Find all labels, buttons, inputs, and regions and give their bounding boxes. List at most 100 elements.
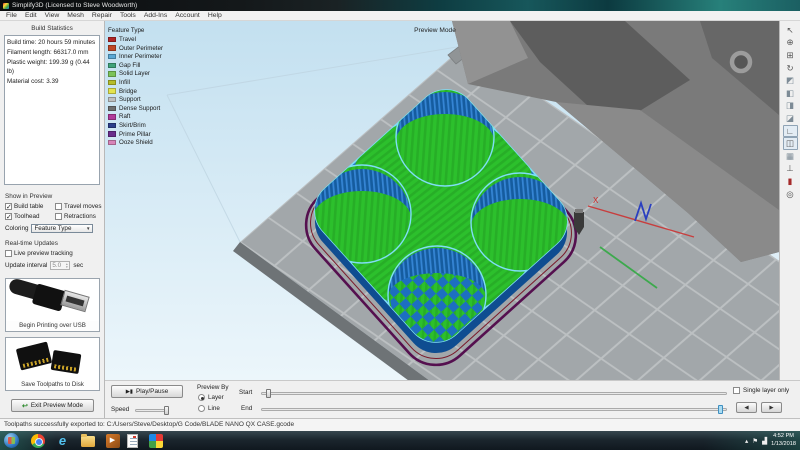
realtime-updates-title: Real-time Updates bbox=[5, 240, 58, 247]
tray-clock[interactable]: 4:52 PM 1/13/2018 bbox=[771, 433, 796, 448]
menu-item[interactable]: Tools bbox=[116, 11, 140, 20]
begin-printing-usb-button[interactable]: Begin Printing over USB bbox=[5, 278, 100, 332]
preview-by-radio-item[interactable]: Layer bbox=[198, 394, 224, 401]
end-slider[interactable] bbox=[261, 405, 727, 414]
start-slider-thumb[interactable] bbox=[266, 389, 271, 398]
notepad-icon[interactable] bbox=[126, 433, 138, 448]
radio-icon[interactable] bbox=[198, 394, 205, 401]
clock-time: 4:52 PM bbox=[773, 432, 794, 439]
toolhead-marker-top bbox=[575, 209, 583, 213]
checkbox-icon[interactable] bbox=[55, 213, 62, 220]
toolbar-icon: ◎ bbox=[786, 188, 794, 199]
toolbar-button[interactable]: ▮ bbox=[783, 175, 798, 188]
checkbox-icon[interactable] bbox=[5, 203, 12, 211]
legend-item: Support bbox=[108, 96, 198, 103]
toolbar-button[interactable]: ⊞ bbox=[783, 49, 798, 62]
legend-swatch bbox=[108, 62, 116, 69]
speed-label: Speed bbox=[111, 406, 130, 413]
chevron-down-icon: ▼ bbox=[85, 226, 91, 231]
app-icon bbox=[3, 2, 9, 9]
preview-by-radios: Layer Line bbox=[198, 394, 224, 412]
legend-item: Travel bbox=[108, 36, 198, 43]
checkbox-icon[interactable] bbox=[5, 250, 12, 257]
menu-item[interactable]: View bbox=[41, 11, 64, 20]
legend-swatch bbox=[108, 122, 116, 129]
toolbar-button[interactable]: ◎ bbox=[783, 188, 798, 201]
file-explorer-icon[interactable] bbox=[80, 434, 95, 447]
internet-explorer-icon[interactable]: e bbox=[56, 433, 70, 448]
toolbar-icon: ◫ bbox=[785, 138, 795, 149]
build-statistic-line: Build time: 20 hours 59 minutes bbox=[7, 39, 96, 46]
toolbar-button[interactable]: ◩ bbox=[783, 74, 798, 87]
legend-swatch bbox=[108, 36, 116, 43]
toolbar-button[interactable]: ↖ bbox=[783, 24, 798, 37]
preview-checkbox-item[interactable]: Toolhead bbox=[5, 213, 55, 221]
toolbar-icon: ∟ bbox=[785, 126, 795, 137]
end-slider-thumb[interactable] bbox=[718, 405, 723, 414]
tray-expand-icon[interactable]: ▴ bbox=[745, 437, 748, 445]
toolbar-icon: ↖ bbox=[786, 24, 794, 35]
previous-layer-button[interactable]: ◀ bbox=[736, 402, 757, 413]
checkbox-label: Build table bbox=[14, 203, 44, 210]
save-toolpaths-button[interactable]: Save Toolpaths to Disk bbox=[5, 337, 100, 391]
checkbox-icon[interactable] bbox=[733, 387, 740, 394]
simplify3d-taskbar-icon[interactable] bbox=[148, 433, 163, 448]
toolbar-button[interactable]: ∟ bbox=[782, 124, 798, 138]
start-slider[interactable] bbox=[261, 389, 727, 398]
single-layer-checkbox-item[interactable]: Single layer only bbox=[733, 387, 789, 394]
chrome-icon[interactable] bbox=[30, 433, 45, 448]
play-pause-button[interactable]: ▶▮ Play/Pause bbox=[111, 385, 183, 398]
coloring-dropdown[interactable]: Feature Type ▼ bbox=[31, 224, 94, 233]
radio-icon[interactable] bbox=[198, 405, 205, 412]
usb-plug-image bbox=[6, 279, 99, 321]
coloring-label: Coloring bbox=[5, 225, 29, 232]
realtime-checkbox-item[interactable]: Live preview tracking bbox=[5, 250, 105, 257]
toolbar-button[interactable]: ◫ bbox=[782, 137, 798, 150]
start-button[interactable] bbox=[4, 433, 19, 448]
spinner-arrows-icon[interactable]: ▲ ▼ bbox=[65, 263, 68, 268]
toolbar-button[interactable]: ⊥ bbox=[783, 163, 798, 176]
menu-item[interactable]: Help bbox=[204, 11, 226, 20]
exit-preview-mode-button[interactable]: ↩ Exit Preview Mode bbox=[11, 399, 94, 412]
preview-checkbox-item[interactable]: Build table bbox=[5, 203, 55, 211]
right-arrow-icon: ▶ bbox=[769, 404, 774, 411]
window-titlebar[interactable]: Simplify3D (Licensed to Steve Woodworth) bbox=[0, 0, 800, 11]
preview-checkbox-item[interactable]: Travel moves bbox=[55, 203, 105, 210]
toolbar-button[interactable]: ▦ bbox=[783, 150, 798, 163]
speed-slider-thumb[interactable] bbox=[164, 406, 169, 415]
network-icon[interactable]: ▟ bbox=[762, 437, 767, 445]
save-toolpaths-label: Save Toolpaths to Disk bbox=[21, 381, 84, 388]
toolbar-button[interactable]: ◧ bbox=[783, 87, 798, 100]
toolbar-icon: ▮ bbox=[787, 175, 793, 186]
preview-checkbox-item[interactable]: Retractions bbox=[55, 213, 105, 220]
legend-swatch bbox=[108, 139, 116, 146]
toolbar-button[interactable]: ↻ bbox=[783, 62, 798, 75]
menu-item[interactable]: Add-Ins bbox=[140, 11, 171, 20]
speed-slider[interactable] bbox=[135, 406, 169, 415]
sd-cards-image bbox=[6, 338, 99, 380]
legend-item: Raft bbox=[108, 113, 198, 120]
menu-item[interactable]: Repair bbox=[88, 11, 116, 20]
preview-3d-scene[interactable]: X bbox=[105, 21, 779, 380]
checkbox-icon[interactable] bbox=[5, 213, 12, 221]
preview-3d-viewport[interactable]: X Preview Mode Feature Type Travel Outer… bbox=[105, 21, 779, 380]
menu-item[interactable]: File bbox=[2, 11, 21, 20]
menu-item[interactable]: Account bbox=[171, 11, 204, 20]
menu-bar: File Edit View Mesh Repair Tools Add-Ins Accoun… bbox=[0, 11, 800, 21]
build-statistic-line: Filament length: 66317.0 mm bbox=[7, 48, 89, 56]
checkbox-icon[interactable] bbox=[55, 203, 62, 210]
show-in-preview-checkboxes: Build table Travel moves Toolhead Retrac… bbox=[5, 203, 105, 221]
menu-item[interactable]: Edit bbox=[21, 11, 41, 20]
toolbar-button[interactable]: ⊕ bbox=[783, 37, 798, 50]
next-layer-button[interactable]: ▶ bbox=[761, 402, 782, 413]
media-player-icon[interactable]: ▶ bbox=[105, 433, 120, 448]
legend-item: Infill bbox=[108, 79, 198, 86]
menu-item[interactable]: Mesh bbox=[63, 11, 88, 20]
status-text: Toolpaths successfully exported to: C:/U… bbox=[4, 421, 295, 428]
toolbar-button[interactable]: ◪ bbox=[783, 112, 798, 125]
preview-by-radio-item[interactable]: Line bbox=[198, 405, 224, 412]
legend-item: Outer Perimeter bbox=[108, 45, 198, 52]
update-interval-spinner[interactable]: 5.0 ▲ ▼ bbox=[50, 261, 71, 270]
action-center-flag-icon[interactable]: ⚑ bbox=[752, 437, 758, 445]
toolbar-button[interactable]: ◨ bbox=[783, 100, 798, 113]
